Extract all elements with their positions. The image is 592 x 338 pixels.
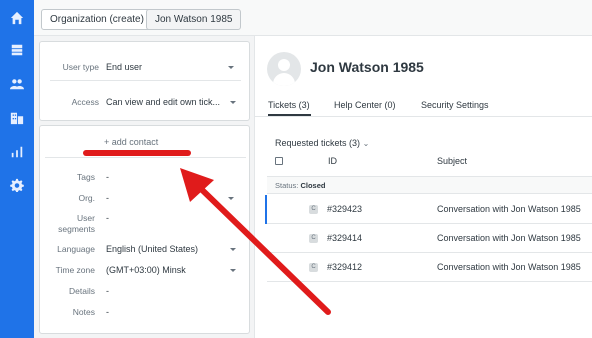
language-select[interactable]: English (United States) <box>106 244 226 254</box>
ticket-id[interactable]: #329423 <box>327 204 362 214</box>
divider <box>50 80 241 81</box>
requested-tickets-dropdown[interactable]: Requested tickets (3) ⌄ <box>275 138 369 148</box>
language-label: Language <box>57 244 95 254</box>
chevron-down-icon <box>230 269 236 272</box>
tab-user[interactable]: Jon Watson 1985 <box>146 9 242 30</box>
ticket-id[interactable]: #329414 <box>327 233 362 243</box>
column-header-id[interactable]: ID <box>328 156 337 166</box>
status-badge: C <box>309 263 318 272</box>
user-segments-label-line1: User <box>77 213 95 223</box>
nav-rail <box>0 0 34 338</box>
ticket-subject[interactable]: Conversation with Jon Watson 1985 <box>437 262 581 272</box>
reporting-icon[interactable] <box>0 140 34 164</box>
avatar-body <box>273 73 295 86</box>
table-row[interactable]: C #329412 Conversation with Jon Watson 1… <box>267 253 592 282</box>
access-select[interactable]: Can view and edit own tick... <box>106 97 226 107</box>
chevron-down-icon: ⌄ <box>362 139 370 148</box>
column-header-subject[interactable]: Subject <box>437 156 467 166</box>
user-details-card: + add contact Tags - Org. - User segment… <box>39 125 250 334</box>
tabs-divider <box>255 116 592 117</box>
status-value: Closed <box>300 181 326 190</box>
avatar-head <box>278 59 290 71</box>
status-group-row: Status: Closed <box>267 176 592 194</box>
access-label: Access <box>71 97 99 107</box>
chevron-down-icon <box>228 66 234 69</box>
top-bar: Organization (create) Jon Watson 1985 <box>34 0 592 36</box>
chevron-down-icon <box>230 248 236 251</box>
timezone-select[interactable]: (GMT+03:00) Minsk <box>106 265 226 275</box>
status-prefix: Status: <box>275 181 299 190</box>
user-type-select[interactable]: End user <box>106 62 226 72</box>
user-properties-panel: User type End user Access Can view and e… <box>34 36 255 338</box>
status-group-label: Status: Closed <box>275 181 325 190</box>
ticket-id[interactable]: #329412 <box>327 262 362 272</box>
table-row[interactable]: C #329414 Conversation with Jon Watson 1… <box>267 224 592 253</box>
views-icon[interactable] <box>0 38 34 62</box>
ticket-subject[interactable]: Conversation with Jon Watson 1985 <box>437 204 581 214</box>
divider <box>45 157 246 158</box>
user-type-card: User type End user Access Can view and e… <box>39 41 250 121</box>
tags-label: Tags <box>77 172 95 182</box>
customers-icon[interactable] <box>0 72 34 96</box>
ticket-subject[interactable]: Conversation with Jon Watson 1985 <box>437 233 581 243</box>
select-all-checkbox[interactable] <box>275 157 283 165</box>
user-type-label: User type <box>62 62 99 72</box>
org-select[interactable]: - <box>106 193 226 203</box>
notes-field[interactable]: - <box>106 307 226 317</box>
status-badge: C <box>309 205 318 214</box>
avatar <box>267 52 301 86</box>
requested-tickets-label: Requested tickets (3) <box>275 138 361 148</box>
chevron-down-icon <box>228 197 234 200</box>
user-main-panel: Jon Watson 1985 Tickets (3) Help Center … <box>255 36 592 338</box>
org-label: Org. <box>78 193 95 203</box>
tags-field[interactable]: - <box>106 172 226 182</box>
notes-label: Notes <box>72 307 95 317</box>
admin-icon[interactable] <box>0 173 34 197</box>
user-segments-label-line2: segments <box>58 224 95 234</box>
app-window: Organization (create) Jon Watson 1985 Us… <box>0 0 592 338</box>
add-contact-link[interactable]: + add contact <box>104 137 158 147</box>
organizations-icon[interactable] <box>0 106 34 130</box>
timezone-label: Time zone <box>55 265 95 275</box>
chevron-down-icon <box>230 101 236 104</box>
details-label: Details <box>69 286 95 296</box>
tab-organization-create[interactable]: Organization (create) <box>41 9 153 30</box>
home-icon[interactable] <box>0 6 34 30</box>
tab-help-center[interactable]: Help Center (0) <box>334 100 396 110</box>
details-field[interactable]: - <box>106 286 226 296</box>
status-badge: C <box>309 234 318 243</box>
tab-security-settings[interactable]: Security Settings <box>421 100 489 110</box>
table-row[interactable]: C #329423 Conversation with Jon Watson 1… <box>265 195 592 224</box>
user-segments-value: - <box>106 213 109 223</box>
page-title: Jon Watson 1985 <box>310 59 424 75</box>
tab-tickets[interactable]: Tickets (3) <box>268 100 310 110</box>
